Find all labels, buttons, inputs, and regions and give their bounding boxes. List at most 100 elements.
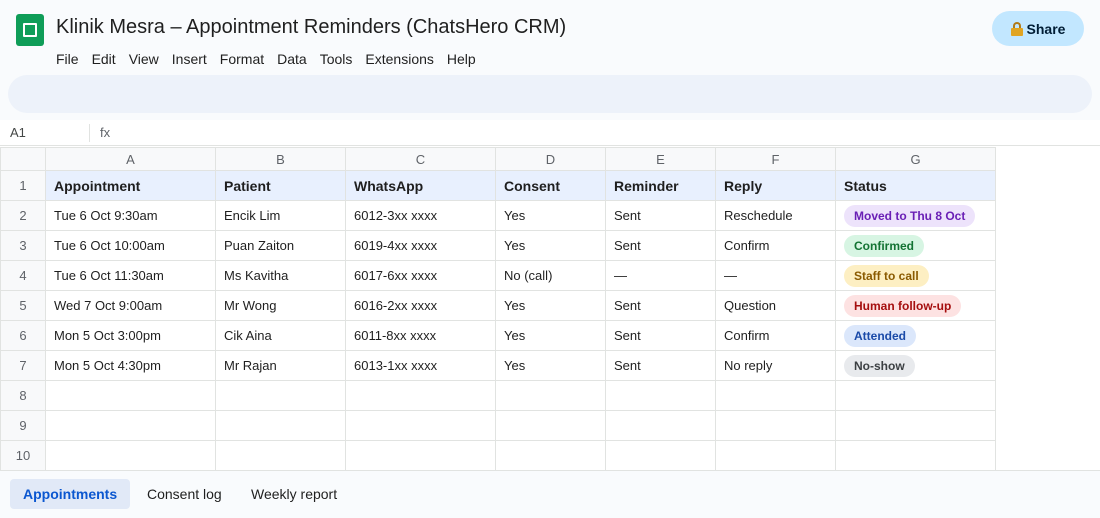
- cell-appointment[interactable]: [45, 440, 216, 471]
- cell-whatsapp[interactable]: [345, 380, 496, 411]
- column-header-c[interactable]: C: [345, 147, 496, 171]
- menu-extensions[interactable]: Extensions: [365, 51, 433, 67]
- cell-appointment[interactable]: Mon 5 Oct 4:30pm: [45, 350, 216, 381]
- cell-reply[interactable]: No reply: [715, 350, 836, 381]
- header-cell-patient[interactable]: Patient: [215, 170, 346, 201]
- cell-reply[interactable]: [715, 410, 836, 441]
- cell-consent[interactable]: [495, 380, 606, 411]
- cell-whatsapp[interactable]: 6016-2xx xxxx: [345, 290, 496, 321]
- cell-reply[interactable]: Confirm: [715, 230, 836, 261]
- cell-reminder[interactable]: Sent: [605, 200, 716, 231]
- cell-appointment[interactable]: [45, 410, 216, 441]
- cell-reminder[interactable]: Sent: [605, 230, 716, 261]
- menu-insert[interactable]: Insert: [172, 51, 207, 67]
- cell-whatsapp[interactable]: 6013-1xx xxxx: [345, 350, 496, 381]
- row-number[interactable]: 4: [0, 260, 46, 291]
- cell-patient[interactable]: Encik Lim: [215, 200, 346, 231]
- cell-patient[interactable]: [215, 380, 346, 411]
- cell-patient[interactable]: Cik Aina: [215, 320, 346, 351]
- cell-whatsapp[interactable]: 6017-6xx xxxx: [345, 260, 496, 291]
- cell-patient[interactable]: [215, 410, 346, 441]
- cell-consent[interactable]: [495, 440, 606, 471]
- header-cell-reminder[interactable]: Reminder: [605, 170, 716, 201]
- select-all-corner[interactable]: [0, 147, 46, 171]
- menu-data[interactable]: Data: [277, 51, 307, 67]
- cell-reminder[interactable]: Sent: [605, 350, 716, 381]
- row-number[interactable]: 3: [0, 230, 46, 261]
- cell-appointment[interactable]: Wed 7 Oct 9:00am: [45, 290, 216, 321]
- menu-format[interactable]: Format: [220, 51, 264, 67]
- header-cell-reply[interactable]: Reply: [715, 170, 836, 201]
- cell-patient[interactable]: Ms Kavitha: [215, 260, 346, 291]
- cell-reply[interactable]: [715, 440, 836, 471]
- cell-whatsapp[interactable]: [345, 410, 496, 441]
- cell-consent[interactable]: No (call): [495, 260, 606, 291]
- menu-file[interactable]: File: [56, 51, 79, 67]
- cell-reminder[interactable]: Sent: [605, 320, 716, 351]
- row-number[interactable]: 8: [0, 380, 46, 411]
- name-box[interactable]: A1: [10, 125, 26, 140]
- sheet-tab-appointments[interactable]: Appointments: [10, 479, 131, 509]
- cell-patient[interactable]: Puan Zaiton: [215, 230, 346, 261]
- cell-status[interactable]: Human follow-up: [835, 290, 996, 321]
- cell-appointment[interactable]: [45, 380, 216, 411]
- row-number[interactable]: 2: [0, 200, 46, 231]
- cell-status[interactable]: [835, 380, 996, 411]
- cell-appointment[interactable]: Tue 6 Oct 9:30am: [45, 200, 216, 231]
- cell-status[interactable]: No-show: [835, 350, 996, 381]
- cell-whatsapp[interactable]: 6012-3xx xxxx: [345, 200, 496, 231]
- cell-reply[interactable]: —: [715, 260, 836, 291]
- cell-reply[interactable]: Confirm: [715, 320, 836, 351]
- cell-whatsapp[interactable]: [345, 440, 496, 471]
- cell-consent[interactable]: Yes: [495, 290, 606, 321]
- menu-tools[interactable]: Tools: [320, 51, 353, 67]
- cell-status[interactable]: [835, 410, 996, 441]
- cell-reply[interactable]: Reschedule: [715, 200, 836, 231]
- cell-whatsapp[interactable]: 6019-4xx xxxx: [345, 230, 496, 261]
- sheet-tab-consent-log[interactable]: Consent log: [134, 479, 235, 509]
- cell-reminder[interactable]: [605, 410, 716, 441]
- column-header-g[interactable]: G: [835, 147, 996, 171]
- header-cell-status[interactable]: Status: [835, 170, 996, 201]
- menu-edit[interactable]: Edit: [92, 51, 116, 67]
- cell-appointment[interactable]: Mon 5 Oct 3:00pm: [45, 320, 216, 351]
- column-header-e[interactable]: E: [605, 147, 716, 171]
- cell-consent[interactable]: [495, 410, 606, 441]
- row-number[interactable]: 10: [0, 440, 46, 471]
- share-button[interactable]: Share: [992, 11, 1084, 46]
- column-header-d[interactable]: D: [495, 147, 606, 171]
- cell-consent[interactable]: Yes: [495, 350, 606, 381]
- cell-reminder[interactable]: Sent: [605, 290, 716, 321]
- cell-reminder[interactable]: —: [605, 260, 716, 291]
- cell-status[interactable]: [835, 440, 996, 471]
- menu-help[interactable]: Help: [447, 51, 476, 67]
- row-number[interactable]: 6: [0, 320, 46, 351]
- cell-reply[interactable]: [715, 380, 836, 411]
- header-cell-appointment[interactable]: Appointment: [45, 170, 216, 201]
- cell-patient[interactable]: Mr Rajan: [215, 350, 346, 381]
- row-number[interactable]: 7: [0, 350, 46, 381]
- cell-whatsapp[interactable]: 6011-8xx xxxx: [345, 320, 496, 351]
- cell-reminder[interactable]: [605, 440, 716, 471]
- cell-reply[interactable]: Question: [715, 290, 836, 321]
- cell-consent[interactable]: Yes: [495, 320, 606, 351]
- cell-appointment[interactable]: Tue 6 Oct 10:00am: [45, 230, 216, 261]
- row-number[interactable]: 1: [0, 170, 46, 201]
- row-number[interactable]: 5: [0, 290, 46, 321]
- header-cell-whatsapp[interactable]: WhatsApp: [345, 170, 496, 201]
- document-title[interactable]: Klinik Mesra – Appointment Reminders (Ch…: [56, 16, 566, 39]
- cell-status[interactable]: Staff to call: [835, 260, 996, 291]
- sheet-tab-weekly-report[interactable]: Weekly report: [238, 479, 350, 509]
- column-header-a[interactable]: A: [45, 147, 216, 171]
- column-header-b[interactable]: B: [215, 147, 346, 171]
- menu-view[interactable]: View: [129, 51, 159, 67]
- cell-status[interactable]: Attended: [835, 320, 996, 351]
- cell-status[interactable]: Moved to Thu 8 Oct: [835, 200, 996, 231]
- cell-patient[interactable]: [215, 440, 346, 471]
- toolbar[interactable]: [8, 75, 1092, 113]
- cell-patient[interactable]: Mr Wong: [215, 290, 346, 321]
- cell-consent[interactable]: Yes: [495, 230, 606, 261]
- header-cell-consent[interactable]: Consent: [495, 170, 606, 201]
- row-number[interactable]: 9: [0, 410, 46, 441]
- cell-appointment[interactable]: Tue 6 Oct 11:30am: [45, 260, 216, 291]
